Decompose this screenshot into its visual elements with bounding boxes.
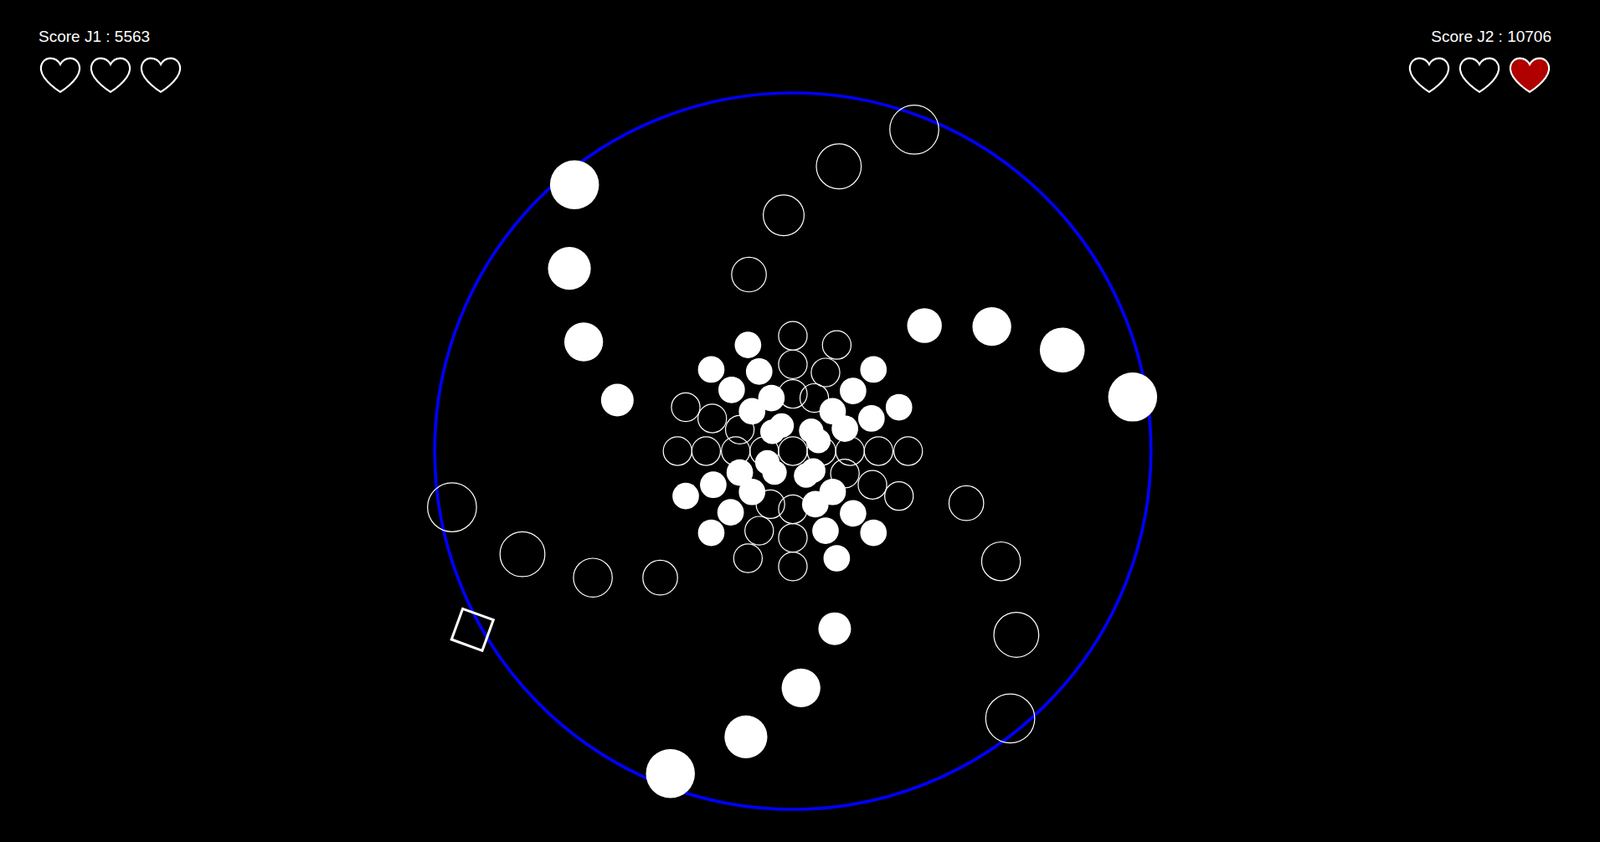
orb [858, 470, 887, 500]
orb [800, 383, 829, 412]
heart-icon [1407, 53, 1451, 98]
orb [760, 419, 785, 444]
orb [738, 478, 766, 506]
orb [750, 437, 779, 466]
orb [724, 715, 767, 759]
game-screen: Score J1 : 5563 Score J2 : 10706 [0, 0, 1600, 842]
orb [427, 483, 478, 533]
orb [718, 376, 746, 404]
arena-ring [434, 92, 1152, 810]
heart-icon [1507, 53, 1552, 98]
orb [835, 437, 865, 466]
orb [499, 531, 546, 577]
orb [807, 437, 836, 466]
orb [859, 356, 887, 384]
heart-icon [1457, 53, 1502, 98]
orb [859, 519, 887, 547]
orb [811, 358, 840, 387]
orb [894, 437, 923, 466]
orb [643, 560, 678, 595]
orb [745, 358, 773, 386]
orb [601, 383, 634, 417]
orb [801, 458, 826, 484]
lives-row [1407, 53, 1552, 98]
orb [816, 144, 862, 190]
orb [547, 246, 591, 290]
heart-icon [38, 53, 83, 98]
orb [761, 460, 787, 485]
orb [981, 541, 1020, 581]
orb [823, 545, 851, 572]
score-label: Score J2 : 10706 [1430, 26, 1552, 47]
orb [778, 321, 808, 350]
orb [818, 612, 851, 646]
arena [0, 0, 1600, 842]
orb [885, 394, 913, 422]
orb [778, 380, 808, 409]
orb [778, 349, 808, 379]
orb [822, 330, 851, 360]
score-label: Score J1 : 5563 [38, 26, 150, 47]
orb [721, 437, 751, 466]
orb [645, 749, 695, 799]
heart-icon [88, 53, 133, 98]
orb [1108, 372, 1158, 422]
orb [972, 307, 1011, 346]
player-two-hud: Score J2 : 10706 [1407, 26, 1552, 98]
orb [663, 437, 692, 466]
orb [745, 516, 774, 546]
orb [830, 459, 860, 489]
orb [725, 415, 755, 444]
orb [864, 437, 893, 466]
orb [698, 404, 727, 433]
orb [778, 524, 808, 553]
orb [890, 105, 940, 155]
orb [756, 489, 785, 519]
orb [573, 558, 613, 597]
orb [672, 483, 700, 510]
orb [884, 482, 914, 511]
orb [839, 500, 867, 528]
player-one-hud: Score J1 : 5563 [38, 26, 183, 98]
orb [1039, 327, 1086, 373]
orb [858, 405, 885, 433]
heart-icon [138, 53, 183, 98]
orb [698, 356, 726, 384]
orb [781, 668, 821, 708]
orb [806, 428, 831, 453]
orb [906, 308, 942, 343]
orb [733, 544, 762, 573]
orb [550, 159, 600, 210]
orb [985, 694, 1035, 744]
orb [778, 437, 808, 466]
orb [699, 471, 727, 499]
lives-row [38, 53, 183, 98]
orb [671, 392, 700, 422]
orb [812, 517, 839, 545]
orb [698, 519, 726, 547]
player-ship [451, 608, 494, 651]
orb [717, 499, 745, 526]
orb [993, 612, 1040, 659]
orb [738, 398, 766, 426]
orb [731, 257, 767, 292]
orb [948, 485, 983, 520]
orb [839, 377, 867, 405]
orb [763, 195, 805, 237]
orb [691, 437, 721, 466]
orb [778, 494, 808, 524]
orb [564, 322, 603, 361]
orb [735, 331, 762, 359]
orb [778, 552, 808, 582]
